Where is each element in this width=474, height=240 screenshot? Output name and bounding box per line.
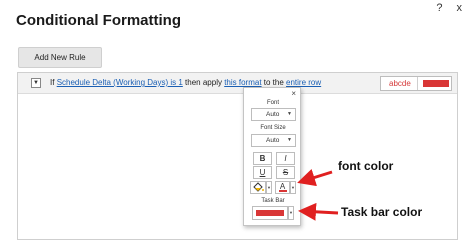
task-bar-color-arrow	[298, 202, 339, 221]
task-bar-color-annotation: Task bar color	[341, 205, 423, 219]
font-color-annotation: font color	[338, 159, 394, 173]
font-color-arrow	[297, 168, 333, 187]
annotation-arrows	[297, 168, 339, 221]
